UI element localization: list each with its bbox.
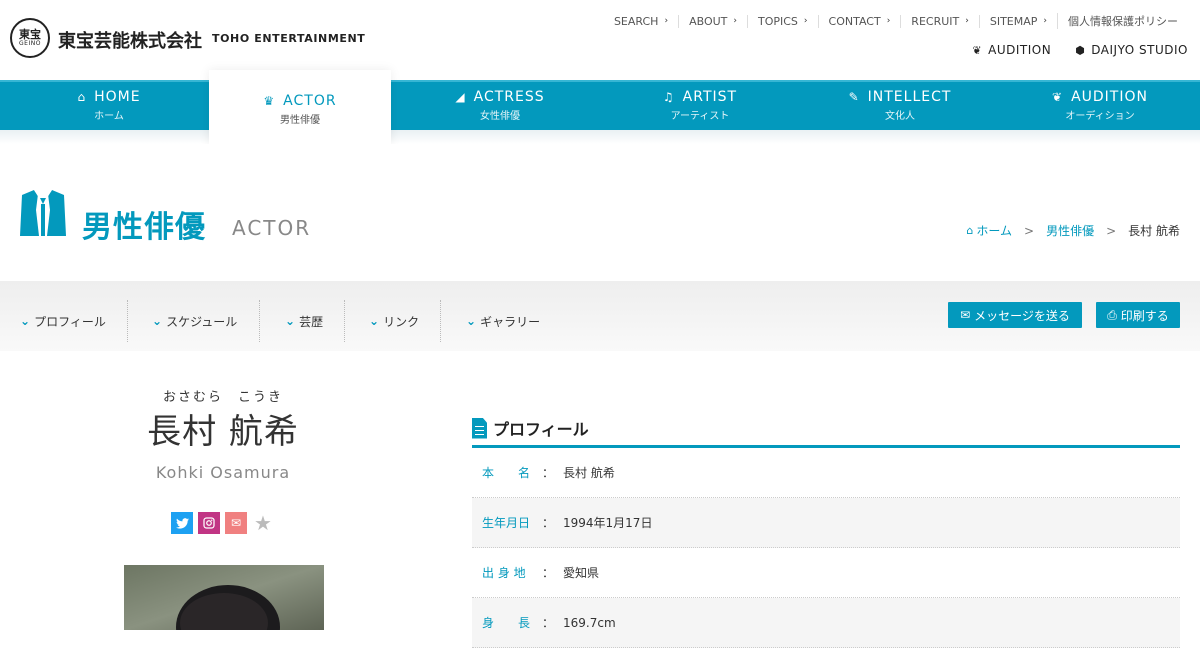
twitter-icon[interactable] — [171, 512, 193, 534]
subtab-divider — [440, 300, 441, 342]
nav-artist[interactable]: ♫ ARTIST アーティスト — [600, 80, 800, 130]
print-button[interactable]: ⎙ 印刷する — [1096, 302, 1180, 328]
logo-mark-sub: GEINO — [19, 40, 41, 47]
nav-actress[interactable]: ◢ ACTRESS 女性俳優 — [400, 80, 600, 130]
chevron-right-icon: › — [1043, 16, 1047, 26]
subtab-divider — [344, 300, 345, 342]
star-icon[interactable]: ★ — [252, 511, 274, 535]
nav-shadow — [0, 130, 1200, 144]
mail-icon[interactable]: ✉ — [225, 512, 247, 534]
profile-row-real-name: 本 名 ： 長村 航希 — [472, 448, 1180, 498]
chevron-down-icon: ⌄ — [152, 314, 163, 328]
actor-icon: ♛ — [263, 93, 276, 108]
actress-icon: ◢ — [455, 89, 466, 104]
subtab-career[interactable]: ⌄ 芸歴 — [285, 300, 323, 342]
name-romanized: Kohki Osamura — [155, 463, 291, 482]
profile-row-height: 身 長 ： 169.7cm — [472, 598, 1180, 648]
daijyo-studio-link[interactable]: ⬢ DAIJYO STUDIO — [1075, 43, 1188, 57]
home-icon: ⌂ — [966, 224, 974, 237]
util-link-search[interactable]: SEARCH › — [604, 15, 678, 28]
utility-nav: SEARCH › ABOUT › TOPICS › CONTACT › RECRUIT ›… — [604, 12, 1188, 30]
leaf-icon: ❦ — [1052, 89, 1064, 104]
breadcrumb-home[interactable]: ホーム — [976, 222, 1012, 239]
name-kana: おさむら こうき — [162, 390, 283, 405]
chevron-right-icon: › — [965, 16, 969, 26]
cube-icon: ⬢ — [1075, 43, 1086, 57]
subtab-divider — [127, 300, 128, 342]
breadcrumb-current: 長村 航希 — [1128, 224, 1180, 238]
envelope-icon: ✉ — [960, 308, 971, 322]
profile-section-heading: プロフィール — [472, 416, 589, 440]
subtab-divider — [259, 300, 260, 342]
chevron-down-icon: ⌄ — [285, 314, 296, 328]
page-title: 男性俳優 — [82, 210, 206, 245]
breadcrumb: ⌂ ホーム > 男性俳優 > 長村 航希 — [966, 222, 1180, 239]
chevron-down-icon: ⌄ — [20, 314, 31, 328]
home-icon: ⌂ — [77, 89, 87, 104]
nav-actor[interactable]: ♛ ACTOR 男性俳優 — [209, 70, 391, 144]
chevron-right-icon: › — [886, 16, 891, 26]
profile-row-birthdate: 生年月日 ： 1994年1月17日 — [472, 498, 1180, 548]
leaf-icon: ❦ — [972, 43, 983, 57]
chevron-right-icon: › — [733, 16, 737, 26]
audition-link[interactable]: ❦ AUDITION — [972, 43, 1051, 57]
subtab-links[interactable]: ⌄ リンク — [369, 300, 419, 342]
instagram-icon[interactable] — [198, 512, 220, 534]
subtab-schedule[interactable]: ⌄ スケジュール — [152, 300, 237, 342]
breadcrumb-separator: > — [1106, 223, 1117, 238]
util-link-privacy[interactable]: 個人情報保護ポリシー — [1057, 13, 1188, 29]
music-note-icon: ♫ — [662, 89, 675, 104]
chevron-right-icon: › — [664, 16, 669, 26]
chevron-down-icon: ⌄ — [369, 314, 380, 328]
subtab-profile[interactable]: ⌄ プロフィール — [20, 300, 106, 342]
document-icon — [472, 417, 487, 439]
util-link-topics[interactable]: TOPICS › — [746, 14, 818, 28]
nav-intellect[interactable]: ✎ INTELLECT 文化人 — [800, 80, 1000, 130]
company-logo-mark[interactable]: 東宝 GEINO — [10, 18, 50, 58]
company-name-jp[interactable]: 東宝芸能株式会社 — [58, 27, 202, 53]
breadcrumb-separator: > — [1024, 223, 1035, 238]
profile-name: 長村 航希 — [147, 412, 299, 452]
chevron-right-icon: › — [803, 16, 808, 26]
subtab-gallery[interactable]: ⌄ ギャラリー — [466, 300, 540, 342]
profile-row-birthplace: 出 身 地 ： 愛知県 — [472, 548, 1180, 598]
secondary-util-nav: ❦ AUDITION ⬢ DAIJYO STUDIO — [948, 43, 1188, 57]
breadcrumb-section[interactable]: 男性俳優 — [1046, 222, 1094, 239]
nav-home[interactable]: ⌂ HOME ホーム — [10, 80, 208, 130]
profile-photo — [124, 565, 324, 630]
send-message-button[interactable]: ✉ メッセージを送る — [948, 302, 1082, 328]
util-link-about[interactable]: ABOUT › — [678, 14, 747, 28]
company-name-en[interactable]: TOHO ENTERTAINMENT — [212, 32, 365, 45]
util-link-sitemap[interactable]: SITEMAP › — [978, 14, 1057, 28]
util-link-recruit[interactable]: RECRUIT › — [900, 14, 979, 28]
social-links: ✉ ★ — [171, 511, 274, 535]
printer-icon: ⎙ — [1107, 307, 1117, 322]
util-link-contact[interactable]: CONTACT › — [817, 14, 901, 28]
logo-mark-kanji: 東宝 — [19, 28, 41, 41]
chevron-down-icon: ⌄ — [466, 314, 477, 328]
page-title-en: ACTOR — [232, 216, 312, 240]
nav-audition[interactable]: ❦ AUDITION オーディション — [1000, 80, 1200, 130]
pencil-icon: ✎ — [848, 89, 860, 104]
jacket-icon — [20, 190, 66, 236]
